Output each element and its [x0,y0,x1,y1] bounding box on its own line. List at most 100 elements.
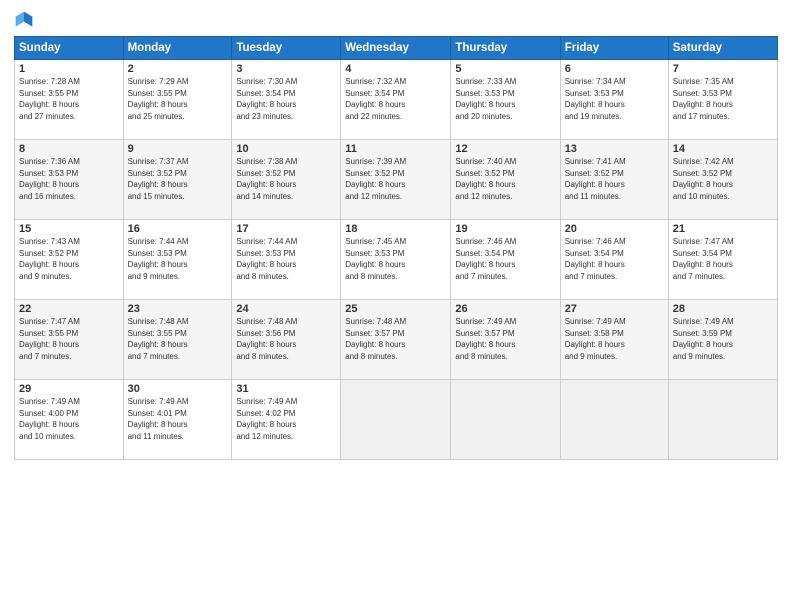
calendar-cell: 28Sunrise: 7:49 AMSunset: 3:59 PMDayligh… [668,300,777,380]
day-info: Sunrise: 7:48 AMSunset: 3:55 PMDaylight:… [128,316,228,362]
day-info: Sunrise: 7:38 AMSunset: 3:52 PMDaylight:… [236,156,336,202]
day-number: 8 [19,143,119,155]
day-number: 10 [236,143,336,155]
calendar-cell: 19Sunrise: 7:46 AMSunset: 3:54 PMDayligh… [451,220,560,300]
calendar-cell: 24Sunrise: 7:48 AMSunset: 3:56 PMDayligh… [232,300,341,380]
calendar-cell: 16Sunrise: 7:44 AMSunset: 3:53 PMDayligh… [123,220,232,300]
day-number: 24 [236,303,336,315]
calendar-cell: 1Sunrise: 7:28 AMSunset: 3:55 PMDaylight… [15,60,124,140]
day-number: 20 [565,223,664,235]
day-info: Sunrise: 7:32 AMSunset: 3:54 PMDaylight:… [345,76,446,122]
calendar-week-2: 8Sunrise: 7:36 AMSunset: 3:53 PMDaylight… [15,140,778,220]
calendar-cell: 5Sunrise: 7:33 AMSunset: 3:53 PMDaylight… [451,60,560,140]
calendar-header-saturday: Saturday [668,37,777,60]
calendar-week-4: 22Sunrise: 7:47 AMSunset: 3:55 PMDayligh… [15,300,778,380]
day-number: 7 [673,63,773,75]
day-number: 6 [565,63,664,75]
day-info: Sunrise: 7:44 AMSunset: 3:53 PMDaylight:… [128,236,228,282]
day-info: Sunrise: 7:49 AMSunset: 4:00 PMDaylight:… [19,396,119,442]
logo-icon [14,10,34,30]
day-number: 30 [128,383,228,395]
calendar-cell: 7Sunrise: 7:35 AMSunset: 3:53 PMDaylight… [668,60,777,140]
calendar-cell [560,380,668,460]
day-info: Sunrise: 7:28 AMSunset: 3:55 PMDaylight:… [19,76,119,122]
day-number: 16 [128,223,228,235]
calendar-cell: 4Sunrise: 7:32 AMSunset: 3:54 PMDaylight… [341,60,451,140]
calendar-cell: 31Sunrise: 7:49 AMSunset: 4:02 PMDayligh… [232,380,341,460]
calendar-week-3: 15Sunrise: 7:43 AMSunset: 3:52 PMDayligh… [15,220,778,300]
day-number: 3 [236,63,336,75]
calendar-week-1: 1Sunrise: 7:28 AMSunset: 3:55 PMDaylight… [15,60,778,140]
day-number: 18 [345,223,446,235]
calendar-header-thursday: Thursday [451,37,560,60]
calendar-cell: 25Sunrise: 7:48 AMSunset: 3:57 PMDayligh… [341,300,451,380]
day-number: 11 [345,143,446,155]
day-info: Sunrise: 7:29 AMSunset: 3:55 PMDaylight:… [128,76,228,122]
calendar-cell: 18Sunrise: 7:45 AMSunset: 3:53 PMDayligh… [341,220,451,300]
day-info: Sunrise: 7:36 AMSunset: 3:53 PMDaylight:… [19,156,119,202]
day-info: Sunrise: 7:40 AMSunset: 3:52 PMDaylight:… [455,156,555,202]
calendar-cell: 10Sunrise: 7:38 AMSunset: 3:52 PMDayligh… [232,140,341,220]
day-info: Sunrise: 7:48 AMSunset: 3:57 PMDaylight:… [345,316,446,362]
day-info: Sunrise: 7:41 AMSunset: 3:52 PMDaylight:… [565,156,664,202]
calendar-header-tuesday: Tuesday [232,37,341,60]
day-number: 29 [19,383,119,395]
calendar-header-sunday: Sunday [15,37,124,60]
calendar-cell [341,380,451,460]
day-info: Sunrise: 7:49 AMSunset: 3:57 PMDaylight:… [455,316,555,362]
calendar-cell: 12Sunrise: 7:40 AMSunset: 3:52 PMDayligh… [451,140,560,220]
calendar-cell: 22Sunrise: 7:47 AMSunset: 3:55 PMDayligh… [15,300,124,380]
calendar-cell [451,380,560,460]
calendar-cell: 14Sunrise: 7:42 AMSunset: 3:52 PMDayligh… [668,140,777,220]
day-number: 13 [565,143,664,155]
calendar-cell: 13Sunrise: 7:41 AMSunset: 3:52 PMDayligh… [560,140,668,220]
calendar-cell [668,380,777,460]
day-number: 5 [455,63,555,75]
calendar-header-wednesday: Wednesday [341,37,451,60]
day-number: 21 [673,223,773,235]
calendar-table: SundayMondayTuesdayWednesdayThursdayFrid… [14,36,778,460]
calendar-cell: 20Sunrise: 7:46 AMSunset: 3:54 PMDayligh… [560,220,668,300]
calendar-cell: 3Sunrise: 7:30 AMSunset: 3:54 PMDaylight… [232,60,341,140]
calendar-week-5: 29Sunrise: 7:49 AMSunset: 4:00 PMDayligh… [15,380,778,460]
day-info: Sunrise: 7:37 AMSunset: 3:52 PMDaylight:… [128,156,228,202]
day-info: Sunrise: 7:46 AMSunset: 3:54 PMDaylight:… [455,236,555,282]
calendar-cell: 15Sunrise: 7:43 AMSunset: 3:52 PMDayligh… [15,220,124,300]
day-info: Sunrise: 7:49 AMSunset: 3:58 PMDaylight:… [565,316,664,362]
day-info: Sunrise: 7:42 AMSunset: 3:52 PMDaylight:… [673,156,773,202]
day-info: Sunrise: 7:49 AMSunset: 4:01 PMDaylight:… [128,396,228,442]
day-info: Sunrise: 7:47 AMSunset: 3:55 PMDaylight:… [19,316,119,362]
day-number: 9 [128,143,228,155]
day-info: Sunrise: 7:34 AMSunset: 3:53 PMDaylight:… [565,76,664,122]
calendar-cell: 21Sunrise: 7:47 AMSunset: 3:54 PMDayligh… [668,220,777,300]
day-number: 17 [236,223,336,235]
day-number: 31 [236,383,336,395]
day-info: Sunrise: 7:43 AMSunset: 3:52 PMDaylight:… [19,236,119,282]
day-info: Sunrise: 7:30 AMSunset: 3:54 PMDaylight:… [236,76,336,122]
calendar-header-monday: Monday [123,37,232,60]
calendar-header-row: SundayMondayTuesdayWednesdayThursdayFrid… [15,37,778,60]
day-info: Sunrise: 7:45 AMSunset: 3:53 PMDaylight:… [345,236,446,282]
calendar-cell: 30Sunrise: 7:49 AMSunset: 4:01 PMDayligh… [123,380,232,460]
day-number: 2 [128,63,228,75]
day-number: 25 [345,303,446,315]
day-info: Sunrise: 7:39 AMSunset: 3:52 PMDaylight:… [345,156,446,202]
day-number: 19 [455,223,555,235]
page-container: SundayMondayTuesdayWednesdayThursdayFrid… [0,0,792,612]
day-info: Sunrise: 7:33 AMSunset: 3:53 PMDaylight:… [455,76,555,122]
day-info: Sunrise: 7:35 AMSunset: 3:53 PMDaylight:… [673,76,773,122]
calendar-cell: 9Sunrise: 7:37 AMSunset: 3:52 PMDaylight… [123,140,232,220]
day-number: 26 [455,303,555,315]
day-number: 4 [345,63,446,75]
page-header [14,10,778,30]
day-number: 1 [19,63,119,75]
day-number: 23 [128,303,228,315]
day-info: Sunrise: 7:47 AMSunset: 3:54 PMDaylight:… [673,236,773,282]
calendar-cell: 6Sunrise: 7:34 AMSunset: 3:53 PMDaylight… [560,60,668,140]
calendar-cell: 17Sunrise: 7:44 AMSunset: 3:53 PMDayligh… [232,220,341,300]
calendar-cell: 29Sunrise: 7:49 AMSunset: 4:00 PMDayligh… [15,380,124,460]
day-number: 28 [673,303,773,315]
day-number: 27 [565,303,664,315]
calendar-cell: 26Sunrise: 7:49 AMSunset: 3:57 PMDayligh… [451,300,560,380]
day-number: 15 [19,223,119,235]
